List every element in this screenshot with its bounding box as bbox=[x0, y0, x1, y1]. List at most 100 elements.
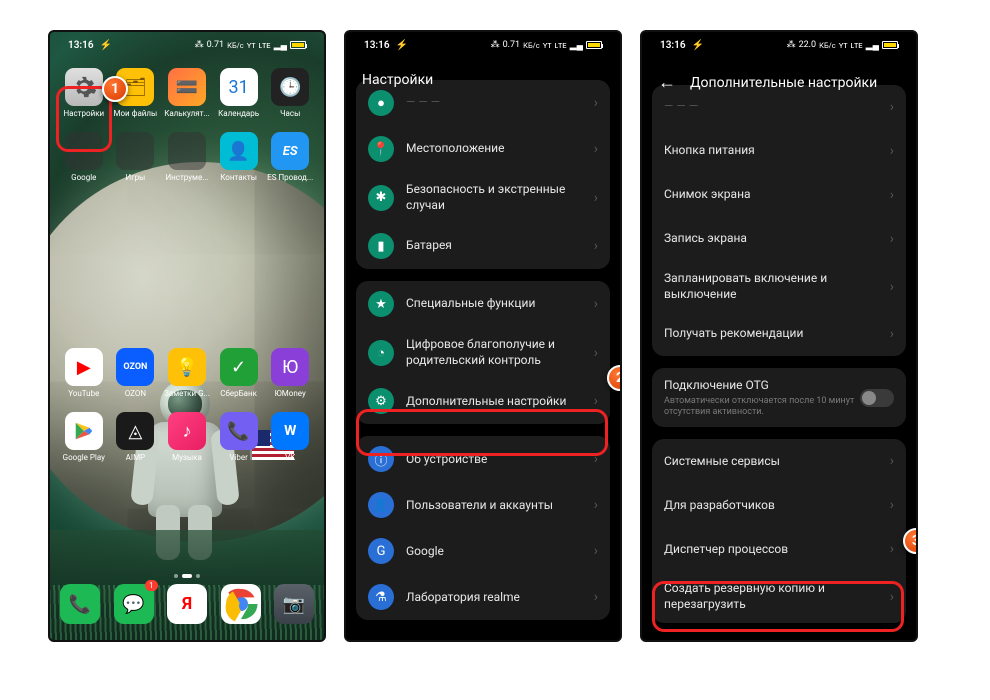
setting-otg[interactable]: Подключение OTG Автоматически отключаетс… bbox=[652, 368, 906, 427]
setting-пользователи-и-аккаунты[interactable]: 👤Пользователи и аккаунты› bbox=[356, 482, 610, 528]
app-label: СберБанк bbox=[220, 389, 257, 398]
setting-icon: ★ bbox=[368, 291, 394, 317]
app-контакты[interactable]: 👤Контакты bbox=[213, 128, 265, 186]
app-vk[interactable]: WVK bbox=[264, 408, 316, 466]
dock-app[interactable]: Я bbox=[167, 580, 207, 628]
setting-icon: 📍 bbox=[368, 136, 394, 162]
setting-для-разработчиков[interactable]: Для разработчиков› bbox=[652, 483, 906, 527]
app-label: AIMP bbox=[126, 453, 145, 462]
app-label: Настройки bbox=[63, 109, 104, 118]
chevron-right-icon: › bbox=[890, 187, 894, 203]
app-icon: OZON bbox=[116, 348, 154, 386]
app-icon: ◬ bbox=[116, 412, 154, 450]
setting-icon: G bbox=[368, 538, 394, 564]
app-icon: 🟰 bbox=[168, 68, 206, 106]
setting-специальные-функции[interactable]: ★ Специальные функции › bbox=[356, 281, 610, 327]
app-музыка[interactable]: ♪Музыка bbox=[161, 408, 213, 466]
chevron-right-icon: › bbox=[594, 589, 598, 605]
setting-снимок-экрана[interactable]: Снимок экрана› bbox=[652, 173, 906, 217]
chevron-right-icon: › bbox=[594, 451, 598, 467]
app-label: ES Провод... bbox=[267, 173, 313, 182]
setting-icon: ⚗ bbox=[368, 584, 394, 610]
setting-запланировать-включение-и-выкл[interactable]: Запланировать включение и выключение› bbox=[652, 261, 906, 312]
dock-app[interactable]: 📞 bbox=[60, 580, 100, 628]
app-ozon[interactable]: OZON OZON bbox=[110, 344, 162, 402]
app-сбербанк[interactable]: ✓ СберБанк bbox=[213, 344, 265, 402]
setting-google[interactable]: GGoogle› bbox=[356, 528, 610, 574]
chevron-right-icon: › bbox=[594, 497, 598, 513]
app-заметки-g-[interactable]: 💡Заметки G... bbox=[161, 344, 213, 402]
app-label: OZON bbox=[125, 389, 146, 398]
chevron-right-icon: › bbox=[890, 279, 894, 295]
setting--[interactable]: — — — › bbox=[652, 85, 906, 129]
app-viber[interactable]: 📞Viber bbox=[213, 408, 265, 466]
app-label: Часы bbox=[280, 109, 300, 118]
setting-получать-рекомендации[interactable]: Получать рекомендации› bbox=[652, 312, 906, 356]
app-icon: 📷 bbox=[274, 584, 314, 624]
app-aimp[interactable]: ◬ AIMP bbox=[110, 408, 162, 466]
otg-toggle[interactable] bbox=[860, 389, 894, 407]
setting-label: Создать резервную копию и перезагрузить bbox=[664, 581, 884, 612]
chevron-right-icon: › bbox=[594, 95, 598, 111]
app-календарь[interactable]: 31Календарь bbox=[213, 64, 265, 122]
status-bar: 13:16⚡ ⁂0.71КБ/сʏᴛʟᴛᴇ▂▄ bbox=[50, 32, 324, 58]
setting-label: Системные сервисы bbox=[664, 454, 884, 470]
setting-цифровое-благополучие-и-родите[interactable]: ◔Цифровое благополучие и родительский ко… bbox=[356, 327, 610, 378]
app-es-провод-[interactable]: ESES Провод... bbox=[264, 128, 316, 186]
app-юmoney[interactable]: ЮЮMoney bbox=[264, 344, 316, 402]
app-label: YouTube bbox=[68, 389, 99, 398]
setting-дополнительные-настройки[interactable]: ⚙Дополнительные настройки› bbox=[356, 378, 610, 424]
setting-label: Дополнительные настройки bbox=[406, 394, 588, 410]
setting-label: Цифровое благополучие и родительский кон… bbox=[406, 337, 588, 368]
setting-лаборатория-realme[interactable]: ⚗ Лаборатория realme › bbox=[356, 574, 610, 620]
app-игры[interactable]: Игры bbox=[110, 128, 162, 186]
app-label: Мои файлы bbox=[114, 109, 158, 118]
setting--[interactable]: ●— — —› bbox=[356, 80, 610, 126]
setting-об-устройстве[interactable]: ⓘОб устройстве› bbox=[356, 436, 610, 482]
app-google-play[interactable]: Google Play bbox=[58, 408, 110, 466]
setting-label: — — — bbox=[664, 99, 884, 115]
setting-label: Кнопка питания bbox=[664, 143, 884, 159]
dock-app[interactable]: 📷 bbox=[274, 580, 314, 628]
app-label: Календарь bbox=[218, 109, 259, 118]
app-icon bbox=[65, 68, 103, 106]
chevron-right-icon: › bbox=[594, 296, 598, 312]
chevron-right-icon: › bbox=[890, 143, 894, 159]
setting-местоположение[interactable]: 📍Местоположение› bbox=[356, 126, 610, 172]
setting-кнопка-питания[interactable]: Кнопка питания › bbox=[652, 129, 906, 173]
setting-безопасность-и-экстренные-случ[interactable]: ✱Безопасность и экстренные случаи› bbox=[356, 172, 610, 223]
app-label: Google bbox=[71, 173, 96, 182]
charging-icon: ⚡ bbox=[100, 40, 112, 51]
app-label: Google Play bbox=[63, 453, 105, 462]
setting-батарея[interactable]: ▮Батарея› bbox=[356, 223, 610, 269]
chevron-right-icon: › bbox=[890, 231, 894, 247]
chevron-right-icon: › bbox=[890, 99, 894, 115]
setting-label: Пользователи и аккаунты bbox=[406, 498, 588, 514]
setting-создать-резервную-копию-и-пере[interactable]: Создать резервную копию и перезагрузить › bbox=[652, 571, 906, 622]
chevron-right-icon: › bbox=[890, 541, 894, 557]
chevron-right-icon: › bbox=[594, 190, 598, 206]
setting-label: Лаборатория realme bbox=[406, 590, 588, 606]
dock-app[interactable]: 💬1 bbox=[114, 580, 154, 628]
app-icon: ▶ bbox=[65, 348, 103, 386]
app-icon bbox=[65, 412, 103, 450]
setting-запись-экрана[interactable]: Запись экрана› bbox=[652, 217, 906, 261]
app-google[interactable]: Google bbox=[58, 128, 110, 186]
app-icon: ✓ bbox=[220, 348, 258, 386]
dock-app[interactable] bbox=[221, 580, 261, 628]
app-label: Музыка bbox=[172, 453, 202, 462]
setting-icon: ⚙ bbox=[368, 388, 394, 414]
app-часы[interactable]: 🕒Часы bbox=[264, 64, 316, 122]
app-youtube[interactable]: ▶ YouTube bbox=[58, 344, 110, 402]
setting-системные-сервисы[interactable]: Системные сервисы› bbox=[652, 439, 906, 483]
setting-диспетчер-процессов[interactable]: Диспетчер процессов› bbox=[652, 527, 906, 571]
setting-label: Специальные функции bbox=[406, 296, 588, 312]
setting-label: Безопасность и экстренные случаи bbox=[406, 182, 588, 213]
chevron-right-icon: › bbox=[594, 345, 598, 361]
setting-label: Получать рекомендации bbox=[664, 326, 884, 342]
app-калькулят-[interactable]: 🟰Калькулят... bbox=[161, 64, 213, 122]
chevron-right-icon: › bbox=[890, 589, 894, 605]
app-icon bbox=[65, 132, 103, 170]
chevron-right-icon: › bbox=[890, 497, 894, 513]
app-инструме-[interactable]: Инструме... bbox=[161, 128, 213, 186]
